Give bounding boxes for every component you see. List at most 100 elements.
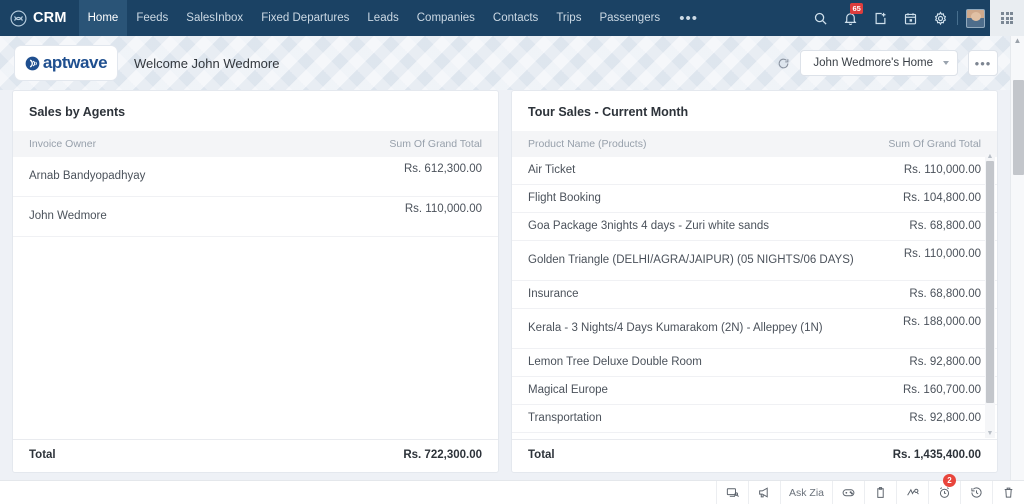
app-grid-dots xyxy=(1000,11,1014,25)
cell-grand-total: Rs. 160,700.00 xyxy=(902,384,981,396)
nav-tab-trips[interactable]: Trips xyxy=(547,0,590,36)
ask-zia-button[interactable]: Ask Zia xyxy=(779,481,832,504)
scrollbar-track[interactable] xyxy=(985,161,995,430)
cell-invoice-owner: Arnab Bandyopadhyay xyxy=(29,170,146,182)
zoho-crm-logo-icon xyxy=(10,9,27,27)
zia-signals-icon[interactable] xyxy=(896,481,928,504)
table-total-row-sales-by-agents: Total Rs. 722,300.00 xyxy=(13,439,498,472)
table-row[interactable]: Magical Europe Rs. 160,700.00 xyxy=(512,377,997,405)
table-row[interactable]: Insurance Rs. 68,800.00 xyxy=(512,281,997,309)
table-row[interactable]: Kerala - 3 Nights/4 Days Kumarakom (2N) … xyxy=(512,309,997,349)
announcement-megaphone-icon[interactable] xyxy=(747,481,780,504)
table-row[interactable]: Lemon Tree Deluxe Double Room Rs. 92,800… xyxy=(512,349,997,377)
page-scrollbar[interactable]: ▲ ▼ xyxy=(1010,36,1024,504)
top-navigation-bar: CRM Home Feeds SalesInbox Fixed Departur… xyxy=(0,0,1024,36)
table-row[interactable]: Arnab Bandyopadhyay Rs. 612,300.00 xyxy=(13,157,498,197)
recent-history-icon[interactable] xyxy=(960,481,992,504)
bottom-toolbar: Ask Zia 2 xyxy=(0,474,1024,504)
alarm-clock-icon[interactable]: 2 xyxy=(928,474,960,504)
total-value: Rs. 1,435,400.00 xyxy=(892,449,981,461)
user-avatar[interactable] xyxy=(960,0,990,36)
refresh-icon[interactable] xyxy=(777,57,790,70)
cell-grand-total: Rs. 110,000.00 xyxy=(404,203,482,215)
table-row[interactable]: Goa Package 3nights 4 days - Zuri white … xyxy=(512,213,997,241)
app-launcher-grid-icon[interactable] xyxy=(990,0,1024,36)
crm-brand[interactable]: CRM xyxy=(0,0,79,36)
clipboard-icon[interactable] xyxy=(864,481,896,504)
alarm-count-badge: 2 xyxy=(943,474,956,487)
cell-product-name: Golden Triangle (DELHI/AGRA/JAIPUR) (05 … xyxy=(528,254,854,266)
calendar-icon[interactable] xyxy=(895,0,925,36)
page-scroll-up-arrow-icon[interactable]: ▲ xyxy=(1014,36,1022,46)
cell-product-name: Kerala - 3 Nights/4 Days Kumarakom (2N) … xyxy=(528,322,823,334)
dashboard-header-band: aptwave Welcome John Wedmore John Wedmor… xyxy=(0,36,1010,90)
panel-title-sales-by-agents: Sales by Agents xyxy=(29,105,126,119)
panel-tour-sales-current-month: Tour Sales - Current Month Product Name … xyxy=(511,90,998,473)
nav-tab-fixed-departures[interactable]: Fixed Departures xyxy=(252,0,358,36)
nav-tab-leads[interactable]: Leads xyxy=(358,0,407,36)
nav-tab-home[interactable]: Home xyxy=(78,0,128,36)
cell-grand-total: Rs. 92,800.00 xyxy=(909,356,981,368)
column-header-sum-grand-total: Sum Of Grand Total xyxy=(888,138,981,150)
table-body-tour-sales[interactable]: Air Ticket Rs. 110,000.00 Flight Booking… xyxy=(512,157,997,439)
dashboard-view-label: John Wedmore's Home xyxy=(813,57,933,69)
cell-product-name: Air Ticket xyxy=(528,164,576,176)
scroll-up-arrow-icon[interactable]: ▲ xyxy=(987,153,994,161)
table-row[interactable]: Flight Booking Rs. 104,800.00 xyxy=(512,185,997,213)
nav-tabs: Home Feeds SalesInbox Fixed Departures L… xyxy=(78,0,708,36)
cell-grand-total: Rs. 612,300.00 xyxy=(403,163,482,175)
avatar-image xyxy=(965,8,985,28)
header-actions: John Wedmore's Home ••• xyxy=(777,50,1010,76)
table-row[interactable]: Travel Insurance - Bajaj Allianz Rs. 348… xyxy=(512,433,997,439)
panel-scrollbar[interactable]: ▲ ▼ xyxy=(985,153,995,438)
dashboard-view-select[interactable]: John Wedmore's Home xyxy=(800,50,958,76)
notifications-bell-icon[interactable]: 65 xyxy=(835,0,865,36)
gamescope-icon[interactable] xyxy=(832,481,864,504)
nav-tab-salesinbox[interactable]: SalesInbox xyxy=(177,0,252,36)
cell-product-name: Insurance xyxy=(528,288,579,300)
add-note-icon[interactable] xyxy=(865,0,895,36)
table-row[interactable]: John Wedmore Rs. 110,000.00 xyxy=(13,197,498,237)
total-value: Rs. 722,300.00 xyxy=(403,449,482,461)
crm-brand-label: CRM xyxy=(33,10,67,26)
dashboard-content: Sales by Agents Invoice Owner Sum Of Gra… xyxy=(0,90,1010,504)
cell-grand-total: Rs. 92,800.00 xyxy=(909,412,981,424)
search-icon[interactable] xyxy=(805,0,835,36)
total-label: Total xyxy=(528,449,555,461)
total-label: Total xyxy=(29,449,56,461)
nav-tab-passengers[interactable]: Passengers xyxy=(590,0,669,36)
nav-tab-companies[interactable]: Companies xyxy=(408,0,484,36)
share-screen-icon[interactable] xyxy=(715,481,748,504)
nav-tab-contacts[interactable]: Contacts xyxy=(484,0,547,36)
cell-grand-total: Rs. 188,000.00 xyxy=(902,316,981,328)
aptwave-logo-text: aptwave xyxy=(42,53,108,72)
column-header-sum-grand-total: Sum Of Grand Total xyxy=(389,138,482,150)
column-header-product-name: Product Name (Products) xyxy=(528,138,647,150)
cell-grand-total: Rs. 110,000.00 xyxy=(903,248,981,260)
cell-grand-total: Rs. 68,800.00 xyxy=(909,220,981,232)
notification-count-badge: 65 xyxy=(850,3,864,14)
panel-sales-by-agents: Sales by Agents Invoice Owner Sum Of Gra… xyxy=(12,90,499,473)
dashboard-more-options-button[interactable]: ••• xyxy=(968,50,998,76)
table-total-row-tour-sales: Total Rs. 1,435,400.00 xyxy=(512,439,997,472)
scrollbar-thumb[interactable] xyxy=(986,161,994,403)
aptwave-wave-icon xyxy=(25,56,40,70)
cell-product-name: Lemon Tree Deluxe Double Room xyxy=(528,356,702,368)
table-body-sales-by-agents[interactable]: Arnab Bandyopadhyay Rs. 612,300.00 John … xyxy=(13,157,498,439)
cell-product-name: Magical Europe xyxy=(528,384,608,396)
table-header-sales-by-agents: Invoice Owner Sum Of Grand Total xyxy=(13,131,498,157)
table-row[interactable]: Golden Triangle (DELHI/AGRA/JAIPUR) (05 … xyxy=(512,241,997,281)
panel-title-tour-sales: Tour Sales - Current Month xyxy=(528,105,689,119)
scroll-down-arrow-icon[interactable]: ▼ xyxy=(987,430,994,438)
table-header-tour-sales: Product Name (Products) Sum Of Grand Tot… xyxy=(512,131,997,157)
table-row[interactable]: Transportation Rs. 92,800.00 xyxy=(512,405,997,433)
page-scrollbar-thumb[interactable] xyxy=(1013,80,1024,175)
cell-grand-total: Rs. 68,800.00 xyxy=(909,288,981,300)
nav-tab-feeds[interactable]: Feeds xyxy=(127,0,177,36)
trash-icon[interactable] xyxy=(992,481,1024,504)
table-row[interactable]: Air Ticket Rs. 110,000.00 xyxy=(512,157,997,185)
settings-gear-icon[interactable] xyxy=(925,0,955,36)
cell-product-name: Goa Package 3nights 4 days - Zuri white … xyxy=(528,220,769,232)
nav-tab-more-menu[interactable]: ••• xyxy=(669,0,708,36)
